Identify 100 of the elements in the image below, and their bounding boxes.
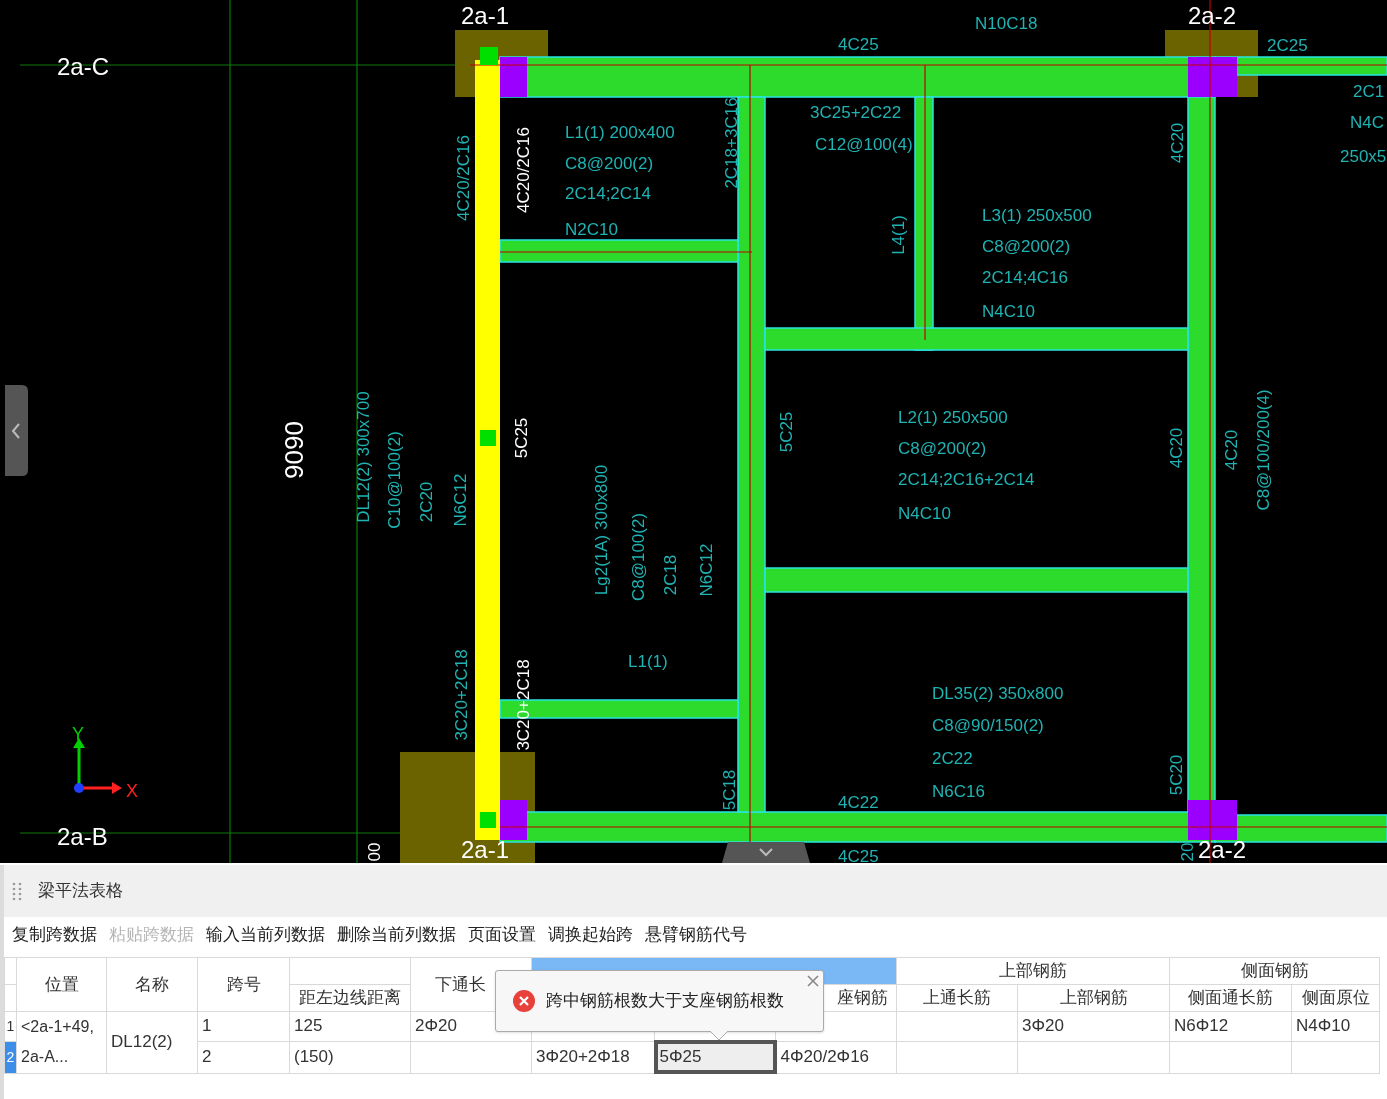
rebar-annotation: 2C14;2C14 — [565, 184, 651, 203]
axis-label: 2a-C — [57, 53, 110, 80]
beam[interactable] — [764, 327, 1189, 351]
rebar-annotation: N6C12 — [451, 473, 470, 527]
column-group-header[interactable]: 上部钢筋 — [896, 957, 1170, 985]
column-header[interactable]: 上通长筋 — [896, 984, 1018, 1011]
column-header[interactable]: 上部钢筋 — [1017, 984, 1170, 1011]
toolbar-button[interactable]: 页面设置 — [464, 922, 540, 948]
rebar-annotation: 4C25 — [838, 35, 879, 54]
rebar-annotation: C8@200(2) — [565, 154, 654, 173]
rebar-annotation: 2C14;4C16 — [982, 268, 1068, 287]
rebar-annotation: N10C18 — [975, 14, 1038, 33]
rebar-annotation: L3(1) 250x500 — [982, 206, 1092, 225]
rebar-annotation: 4C25 — [838, 847, 879, 863]
beam[interactable] — [764, 567, 1189, 593]
rebar-annotation: C10@100(2) — [385, 431, 404, 529]
rebar-annotation: N4C — [1350, 113, 1384, 132]
axis-label: 2a-1 — [461, 2, 509, 29]
rebar-annotation: 4C20 — [1168, 122, 1187, 164]
table-cell[interactable]: (150) — [289, 1041, 411, 1073]
rebar-annotation: N4C10 — [898, 504, 951, 523]
beam[interactable] — [737, 96, 766, 813]
grip-point[interactable] — [480, 47, 498, 65]
table-cell[interactable]: 2 — [197, 1041, 290, 1073]
rebar-annotation: 5C25 — [512, 417, 531, 459]
rebar-annotation: 4C20/2C16 — [454, 135, 473, 221]
rebar-annotation: 2C14;2C16+2C14 — [898, 470, 1035, 489]
rebar-annotation: 250x5 — [1340, 147, 1387, 166]
column-section — [1188, 800, 1237, 840]
toolbar-button[interactable]: 悬臂钢筋代号 — [641, 922, 751, 948]
toolbar-button[interactable]: 输入当前列数据 — [202, 922, 329, 948]
column-header[interactable]: 侧面原位 — [1291, 984, 1380, 1011]
rebar-annotation: 3C20+2C18 — [452, 649, 471, 741]
selected-beam[interactable] — [475, 60, 500, 840]
rebar-annotation: 3C20+2C18 — [514, 659, 533, 751]
table-cell[interactable]: 125 — [289, 1011, 411, 1041]
grip-point[interactable] — [480, 812, 496, 828]
table-cell[interactable]: 4Φ20/2Φ16 — [775, 1041, 897, 1073]
toolbar-button[interactable]: 复制跨数据 — [8, 922, 101, 948]
rebar-annotation: N2C10 — [565, 220, 618, 239]
rebar-annotation: 00 — [365, 842, 384, 862]
column-header[interactable]: 位置 — [16, 957, 107, 1011]
axis-name: X — [126, 781, 138, 801]
rebar-annotation: C8@200(2) — [898, 439, 987, 458]
column-section — [1188, 57, 1237, 97]
column-section — [500, 57, 527, 97]
rebar-annotation: N6C12 — [697, 543, 716, 597]
table-cell[interactable]: 1 — [197, 1011, 290, 1041]
rebar-annotation: 4C22 — [838, 793, 879, 812]
row-number[interactable]: 1 — [4, 1011, 17, 1041]
column-header[interactable]: 名称 — [106, 957, 198, 1011]
rebar-annotation: N4C10 — [982, 302, 1035, 321]
rebar-annotation: 2C25 — [1267, 36, 1308, 55]
coordinate-axes-icon — [73, 738, 122, 794]
rebar-annotation: L1(1) 200x400 — [565, 123, 675, 142]
panel-title: 梁平法表格 — [38, 880, 123, 903]
axis-label: 2a-B — [57, 823, 108, 850]
rebar-annotation: N6C16 — [932, 782, 985, 801]
rebar-annotation: 2C18+3C16 — [722, 97, 741, 189]
rebar-annotation: 5C25 — [777, 411, 796, 453]
rebar-annotation: 5C20 — [1167, 754, 1186, 796]
column-section — [500, 800, 527, 840]
column-header[interactable]: 侧面通长筋 — [1169, 984, 1292, 1011]
collapse-handle[interactable] — [722, 842, 810, 863]
beam[interactable] — [1187, 96, 1216, 813]
rebar-annotation: L4(1) — [889, 215, 908, 255]
rebar-annotation: 2C22 — [932, 749, 973, 768]
table-cell[interactable]: 5Φ25 — [654, 1041, 776, 1073]
table-cell[interactable]: N4Φ10 — [1291, 1011, 1380, 1041]
collapse-handle[interactable] — [5, 385, 28, 476]
beam[interactable] — [499, 239, 739, 263]
rebar-annotation: DL35(2) 350x800 — [932, 684, 1064, 703]
grip-point[interactable] — [480, 430, 496, 446]
toolbar-button[interactable]: 调换起始跨 — [544, 922, 637, 948]
axis-label: 2a-1 — [461, 836, 509, 863]
rebar-annotation: 4C20 — [1222, 429, 1241, 471]
rebar-annotation: C8@100/200(4) — [1254, 389, 1273, 511]
close-icon[interactable] — [807, 975, 819, 987]
rebar-annotation: L1(1) — [628, 652, 668, 671]
rebar-annotation: Lg2(1A) 300x800 — [592, 464, 611, 596]
axis-name: Y — [72, 724, 84, 744]
column-header[interactable]: 跨号 — [197, 957, 290, 1011]
table-cell[interactable]: 3Φ20+2Φ18 — [531, 1041, 655, 1073]
rebar-annotation: 5C18 — [720, 769, 739, 811]
toolbar-button[interactable]: 删除当前列数据 — [333, 922, 460, 948]
rebar-annotation: 20 — [1178, 842, 1197, 862]
rebar-annotation: L2(1) 250x500 — [898, 408, 1008, 427]
drag-handle-icon[interactable] — [12, 881, 22, 901]
axis-label: 2a-2 — [1188, 2, 1236, 29]
table-cell[interactable]: N6Φ12 — [1169, 1011, 1292, 1041]
table-cell[interactable]: <2a-1+49,2a-A... — [16, 1011, 107, 1073]
rebar-annotation: C8@100(2) — [629, 512, 648, 602]
table-cell[interactable]: DL12(2) — [106, 1011, 198, 1073]
rebar-annotation: 2C20 — [417, 481, 436, 523]
rebar-annotation: 2C1 — [1353, 82, 1385, 101]
rebar-annotation: 3C25+2C22 — [810, 103, 902, 122]
column-group-header[interactable]: 侧面钢筋 — [1169, 957, 1380, 985]
rebar-annotation: C8@200(2) — [982, 237, 1071, 256]
rebar-annotation: C8@90/150(2) — [932, 716, 1044, 735]
table-cell[interactable]: 3Φ20 — [1017, 1011, 1170, 1041]
